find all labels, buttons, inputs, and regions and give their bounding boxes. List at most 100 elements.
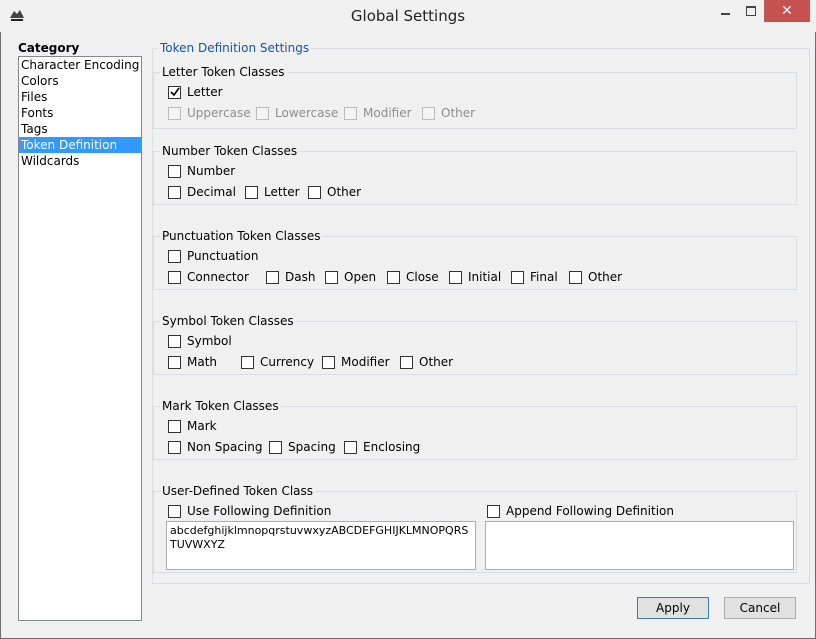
connector-checkbox[interactable]: Connector: [168, 269, 249, 285]
mark-group-title: Mark Token Classes: [160, 399, 281, 413]
category-item-tags[interactable]: Tags: [19, 121, 141, 137]
modifier-checkbox[interactable]: Modifier: [344, 105, 412, 121]
checkbox-label: Enclosing: [363, 440, 421, 454]
letter-group-title: Letter Token Classes: [160, 65, 287, 79]
checkbox-box: [168, 249, 181, 263]
category-item-wildcards[interactable]: Wildcards: [19, 153, 141, 169]
checkbox-label: Math: [187, 355, 218, 369]
checkbox-label: Use Following Definition: [187, 504, 332, 518]
checkbox-label: Number: [187, 164, 236, 178]
cancel-button[interactable]: Cancel: [724, 597, 796, 619]
category-item-fonts[interactable]: Fonts: [19, 105, 141, 121]
apply-button[interactable]: Apply: [637, 597, 709, 619]
checkbox-label: Append Following Definition: [506, 504, 674, 518]
non-spacing-checkbox[interactable]: Non Spacing: [168, 439, 262, 455]
checkbox-box: [266, 270, 279, 284]
checkbox-box: [168, 106, 181, 120]
math-checkbox[interactable]: Math: [168, 354, 217, 370]
lowercase-checkbox[interactable]: Lowercase: [256, 105, 338, 121]
category-item-character-encoding[interactable]: Character Encoding: [19, 57, 141, 73]
number-other-checkbox[interactable]: Other: [308, 184, 361, 200]
checkbox-box: [168, 334, 181, 348]
checkbox-box: [422, 106, 435, 120]
checkbox-box: [569, 270, 582, 284]
dash-checkbox[interactable]: Dash: [266, 269, 315, 285]
use-following-definition-checkbox[interactable]: Use Following Definition: [168, 503, 331, 519]
spacing-checkbox[interactable]: Spacing: [269, 439, 336, 455]
category-list[interactable]: Character Encoding Colors Files Fonts Ta…: [18, 56, 142, 621]
checkbox-label: Mark: [187, 419, 217, 433]
minimize-button[interactable]: [712, 0, 738, 22]
enclosing-checkbox[interactable]: Enclosing: [344, 439, 420, 455]
checkbox-box: [168, 185, 181, 199]
number-letter-checkbox[interactable]: Letter: [245, 184, 300, 200]
number-checkbox[interactable]: Number: [168, 163, 235, 179]
decimal-checkbox[interactable]: Decimal: [168, 184, 236, 200]
checkbox-label: Other: [327, 185, 362, 199]
checkbox-box: [241, 355, 254, 369]
checkbox-box: [168, 504, 181, 518]
checkbox-box: [387, 270, 400, 284]
maximize-icon: [746, 6, 756, 16]
punctuation-other-checkbox[interactable]: Other: [569, 269, 622, 285]
checkmark-icon: [169, 87, 180, 97]
letter-checkbox[interactable]: Letter: [168, 84, 223, 100]
checkbox-box: [487, 504, 500, 518]
category-item-token-definition[interactable]: Token Definition: [19, 137, 141, 153]
checkbox-label: Close: [406, 270, 439, 284]
user-defined-group-title: User-Defined Token Class: [160, 484, 316, 498]
symbol-group-title: Symbol Token Classes: [160, 314, 296, 328]
checkbox-box: [168, 419, 181, 433]
append-definition-textarea[interactable]: [485, 521, 794, 570]
maximize-button[interactable]: [738, 0, 764, 22]
open-checkbox[interactable]: Open: [325, 269, 376, 285]
initial-checkbox[interactable]: Initial: [449, 269, 501, 285]
checkbox-label: Dash: [285, 270, 316, 284]
final-checkbox[interactable]: Final: [511, 269, 558, 285]
letter-other-checkbox[interactable]: Other: [422, 105, 475, 121]
checkbox-box: [400, 355, 413, 369]
checkbox-box: [344, 440, 357, 454]
checkbox-box: [325, 270, 338, 284]
mark-checkbox[interactable]: Mark: [168, 418, 217, 434]
checkbox-box: [308, 185, 321, 199]
close-button[interactable]: ✕: [764, 0, 810, 22]
checkbox-label: Punctuation: [187, 249, 259, 263]
checkbox-box: [168, 164, 181, 178]
checkbox-box: [168, 355, 181, 369]
number-group-title: Number Token Classes: [160, 144, 300, 158]
checkbox-label: Final: [530, 270, 558, 284]
checkbox-label: Modifier: [363, 106, 412, 120]
append-following-definition-checkbox[interactable]: Append Following Definition: [487, 503, 674, 519]
checkbox-label: Lowercase: [275, 106, 339, 120]
uppercase-checkbox[interactable]: Uppercase: [168, 105, 251, 121]
checkbox-label: Initial: [468, 270, 502, 284]
checkbox-label: Spacing: [288, 440, 336, 454]
checkbox-box: [245, 185, 258, 199]
checkbox-label: Symbol: [187, 334, 232, 348]
symbol-checkbox[interactable]: Symbol: [168, 333, 232, 349]
checkbox-box: [449, 270, 462, 284]
symbol-other-checkbox[interactable]: Other: [400, 354, 453, 370]
checkbox-box: [168, 440, 181, 454]
checkbox-label: Other: [419, 355, 454, 369]
checkbox-box: [168, 270, 181, 284]
symbol-modifier-checkbox[interactable]: Modifier: [322, 354, 390, 370]
title-bar[interactable]: Global Settings ✕: [0, 0, 816, 32]
checkbox-label: Letter: [264, 185, 300, 199]
checkbox-box: [168, 85, 181, 99]
checkbox-label: Non Spacing: [187, 440, 263, 454]
window-title: Global Settings: [350, 7, 466, 25]
checkbox-label: Connector: [187, 270, 249, 284]
checkbox-label: Modifier: [341, 355, 390, 369]
checkbox-box: [511, 270, 524, 284]
category-item-files[interactable]: Files: [19, 89, 141, 105]
currency-checkbox[interactable]: Currency: [241, 354, 314, 370]
punctuation-checkbox[interactable]: Punctuation: [168, 248, 258, 264]
close-icon: ✕: [781, 3, 793, 19]
use-definition-textarea[interactable]: abcdefghijklmnopqrstuvwxyzABCDEFGHIJKLMN…: [166, 521, 476, 570]
checkbox-label: Open: [344, 270, 377, 284]
category-item-colors[interactable]: Colors: [19, 73, 141, 89]
close-checkbox[interactable]: Close: [387, 269, 439, 285]
punctuation-group-title: Punctuation Token Classes: [160, 229, 323, 243]
